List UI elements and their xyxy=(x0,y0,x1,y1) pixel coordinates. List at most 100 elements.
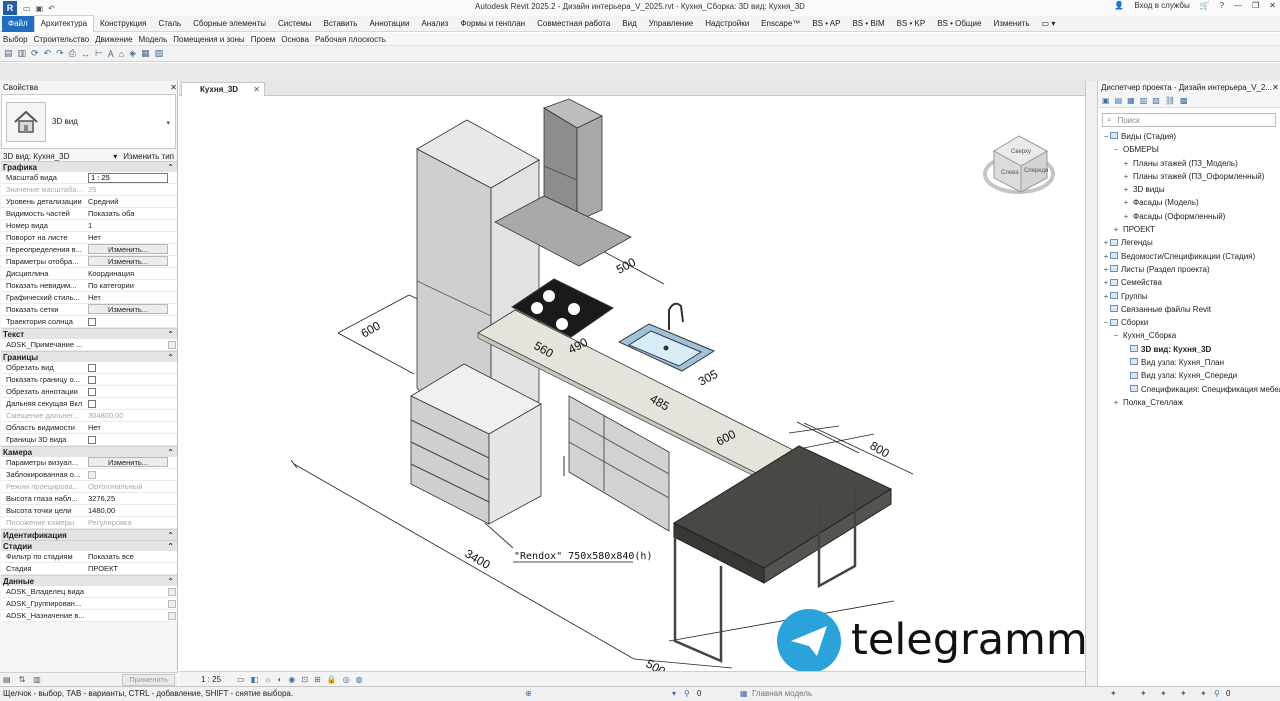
revit-logo-icon[interactable]: R xyxy=(3,1,17,15)
panel-label-2[interactable]: Движение xyxy=(92,35,135,44)
undo-icon[interactable]: ↶ xyxy=(48,4,55,13)
expand-icon[interactable]: + xyxy=(1102,236,1110,249)
help-icon[interactable]: ? xyxy=(1220,1,1224,10)
tree-node[interactable]: Связанные файлы Revit xyxy=(1098,303,1280,316)
print-icon[interactable]: ⎙ xyxy=(69,48,76,59)
property-value[interactable]: 1 xyxy=(88,221,92,230)
property-checkbox[interactable] xyxy=(88,399,96,408)
tab-16[interactable]: BS • BIM xyxy=(846,16,890,32)
tab-6[interactable]: Вставить xyxy=(318,16,364,32)
property-checkbox[interactable] xyxy=(168,611,176,620)
expand-icon[interactable]: + xyxy=(1102,276,1110,289)
tab-4[interactable]: Сборные элементы xyxy=(187,16,272,32)
show-crop-icon[interactable]: ⊞ xyxy=(314,675,321,684)
expand-icon[interactable]: + xyxy=(1122,170,1130,183)
edit-button[interactable]: Изменить... xyxy=(88,457,168,467)
minimize-button[interactable]: — xyxy=(1234,1,1242,10)
tree-node[interactable]: +3D виды xyxy=(1098,183,1280,196)
section-icon[interactable]: ◈ xyxy=(129,48,136,59)
tree-node[interactable]: 3D вид: Кухня_3D xyxy=(1098,343,1280,356)
section-header[interactable]: Границы ⌃ xyxy=(1,351,177,362)
section-header[interactable]: Графика ⌃ xyxy=(1,161,177,172)
sun-path-icon[interactable]: ☼ xyxy=(264,675,271,684)
instance-dropdown[interactable]: 3D вид: Кухня_3D xyxy=(3,152,69,161)
categorize-icon[interactable]: ▤ xyxy=(3,675,11,684)
tree-node[interactable]: − Кухня_Сборка xyxy=(1098,329,1280,342)
reveal-icon[interactable]: ◍ xyxy=(356,675,363,684)
edit-type-button[interactable]: Изменить тип xyxy=(123,152,174,161)
tab-11[interactable]: Вид xyxy=(616,16,642,32)
section-header[interactable]: Стадии ⌃ xyxy=(1,540,177,551)
property-checkbox[interactable] xyxy=(168,587,176,596)
close-tab-icon[interactable]: ✕ xyxy=(253,83,260,96)
panel-label-7[interactable]: Рабочая плоскость xyxy=(312,35,389,44)
apply-button[interactable]: Применить xyxy=(122,673,175,686)
tab-8[interactable]: Анализ xyxy=(415,16,454,32)
3d-view-icon[interactable]: ⌂ xyxy=(119,49,124,59)
groups-icon[interactable]: ▧ xyxy=(1152,96,1160,105)
tree-node[interactable]: − Виды (Стадия) xyxy=(1098,130,1280,143)
user-icon[interactable]: 👤 xyxy=(1114,1,1124,10)
filter-count-icon[interactable]: ⚲ xyxy=(684,687,690,701)
tree-node[interactable]: + Планы этажей (ПЗ_Модель) xyxy=(1098,157,1280,170)
design-options-icon[interactable]: ▦ xyxy=(740,687,748,701)
property-value[interactable]: 3276,25 xyxy=(88,494,115,503)
sheets-icon[interactable]: ▤ xyxy=(1115,96,1123,105)
switch-windows-icon[interactable]: ▧ xyxy=(155,48,164,59)
tree-node[interactable]: Вид узла: Кухня_Спереди xyxy=(1098,369,1280,382)
main-model[interactable]: Главная модель xyxy=(752,687,812,701)
measure-icon[interactable]: ↔ xyxy=(81,49,90,59)
collapse-icon[interactable]: ⌃ xyxy=(167,162,174,172)
tree-node[interactable]: − Сборки xyxy=(1098,316,1280,329)
property-value[interactable]: Средний xyxy=(88,197,119,206)
tab-9[interactable]: Формы и генплан xyxy=(454,16,531,32)
maximize-button[interactable]: ❐ xyxy=(1252,1,1259,10)
panel-label-3[interactable]: Модель xyxy=(136,35,171,44)
property-value[interactable]: Нет xyxy=(88,293,101,302)
dropdown-caret-icon[interactable]: ▾ xyxy=(113,152,117,161)
redo-icon[interactable]: ↷ xyxy=(56,48,64,59)
close-icon[interactable]: ✕ xyxy=(170,81,177,94)
cart-icon[interactable]: 🛒 xyxy=(1200,1,1210,10)
collapse-icon[interactable]: ⌃ xyxy=(167,447,174,457)
save-icon[interactable]: ▣ xyxy=(36,4,44,13)
tab-12[interactable]: Управление xyxy=(643,16,699,32)
schedules-icon[interactable]: ▦ xyxy=(1127,96,1135,105)
view-cube-icon[interactable]: Слева Спереди Сверху xyxy=(983,135,1055,194)
collapse-icon[interactable]: ⌃ xyxy=(167,576,174,586)
property-value[interactable]: Нет xyxy=(88,233,101,242)
text-icon[interactable]: A xyxy=(108,49,114,59)
collapse-icon[interactable]: − xyxy=(1112,143,1120,156)
worksets-icon[interactable]: ⊕ xyxy=(525,687,532,701)
property-value[interactable]: Показать оба xyxy=(88,209,134,218)
edit-button[interactable]: Изменить... xyxy=(88,256,168,266)
tree-node[interactable]: + Фасады (Модель) xyxy=(1098,196,1280,209)
collapse-icon[interactable]: − xyxy=(1102,316,1110,329)
section-header[interactable]: Данные ⌃ xyxy=(1,575,177,586)
assembly-icon[interactable]: ▩ xyxy=(1180,96,1188,105)
signin-link[interactable]: Вход в службы xyxy=(1134,1,1189,10)
crop-icon[interactable]: ⊡ xyxy=(301,675,308,684)
section-header[interactable]: Камера ⌃ xyxy=(1,446,177,457)
links-icon[interactable]: ⛓ xyxy=(1165,96,1175,105)
panel-label-4[interactable]: Помещения и зоны xyxy=(170,35,247,44)
panel-label-1[interactable]: Строительство xyxy=(31,35,93,44)
panel-label-6[interactable]: Основа xyxy=(278,35,312,44)
filter-icon[interactable]: ▥ xyxy=(33,675,41,684)
close-inactive-icon[interactable]: ▦ xyxy=(141,48,150,59)
property-value[interactable]: По категории xyxy=(88,281,134,290)
ribbon-minimize-icon[interactable]: ▭ ▾ xyxy=(1036,16,1062,32)
tree-node[interactable]: − ОБМЕРЫ xyxy=(1098,143,1280,156)
temp-hide-icon[interactable]: ◎ xyxy=(343,675,350,684)
property-checkbox[interactable] xyxy=(168,340,176,349)
visual-style-icon[interactable]: ◧ xyxy=(251,675,259,684)
collapse-icon[interactable]: − xyxy=(1112,329,1120,342)
edit-button[interactable]: Изменить... xyxy=(88,244,168,254)
sync-icon[interactable]: ⟳ xyxy=(31,48,39,59)
tab-5[interactable]: Системы xyxy=(272,16,318,32)
dimension-icon[interactable]: ⊢ xyxy=(95,48,103,59)
chevron-down-icon[interactable]: ▾ xyxy=(166,119,170,127)
expand-icon[interactable]: + xyxy=(1102,263,1110,276)
tree-node[interactable]: + Ведомости/Спецификации (Стадия) xyxy=(1098,250,1280,263)
panel-splitter[interactable] xyxy=(1085,81,1098,686)
